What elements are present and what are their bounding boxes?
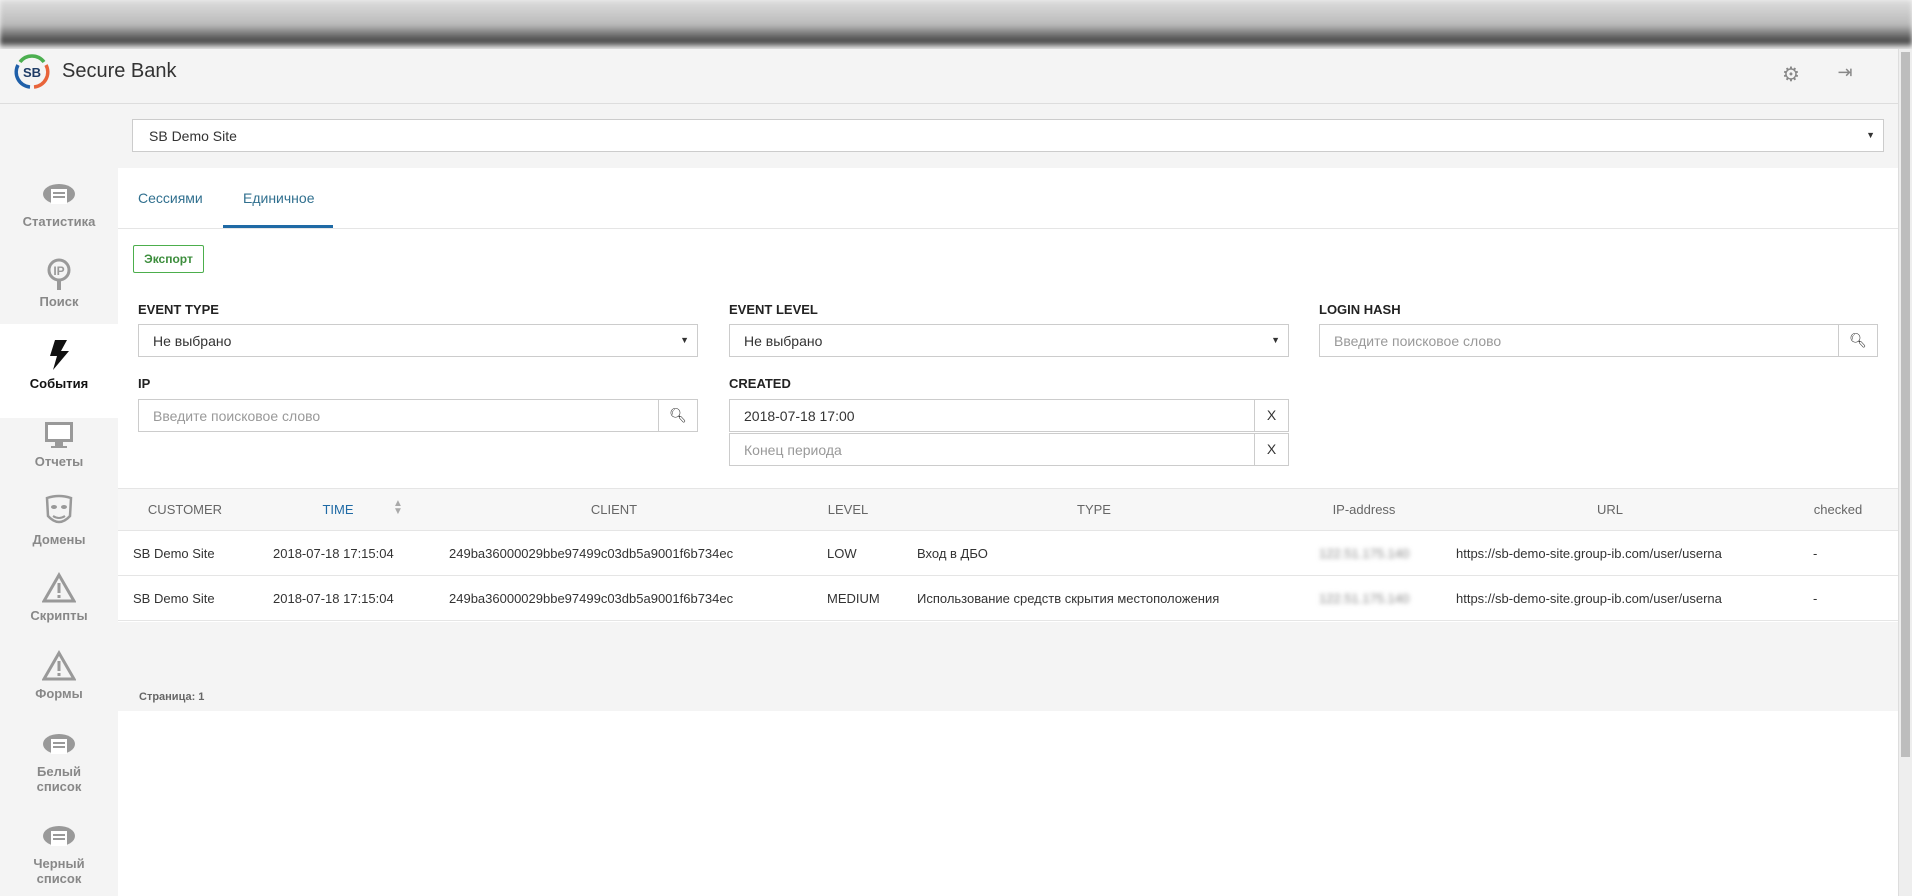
sidebar-item-reports[interactable]: Отчеты — [0, 418, 118, 478]
sidebar-item-search[interactable]: IP Поиск — [0, 258, 118, 318]
col-customer[interactable]: CUSTOMER — [148, 502, 222, 517]
sidebar-item-label: Формы — [35, 686, 83, 701]
sidebar-item-forms[interactable]: Формы — [0, 650, 118, 710]
cell-level: MEDIUM — [827, 591, 880, 606]
event-level-select[interactable]: Не выбрано ▼ — [729, 324, 1289, 357]
app-title: Secure Bank — [62, 60, 177, 82]
search-icon: 🔍︎ — [669, 407, 687, 423]
cloud-report-icon — [43, 184, 75, 204]
sidebar-item-label: Отчеты — [34, 454, 84, 469]
sidebar-item-label: Черный — [33, 856, 85, 871]
svg-text:IP: IP — [53, 264, 64, 278]
site-select-value: SB Demo Site — [149, 128, 237, 144]
monitor-icon — [45, 422, 73, 448]
search-icon: 🔍︎ — [1849, 332, 1867, 348]
sidebar-item-label: список — [36, 871, 82, 886]
cell-customer: SB Demo Site — [133, 546, 215, 561]
cell-level: LOW — [827, 546, 857, 561]
warning-icon — [42, 572, 76, 603]
cell-checked: - — [1813, 546, 1818, 561]
cell-type: Использование средств скрытия местополож… — [917, 591, 1220, 606]
ip-input[interactable]: Введите поисковое слово — [138, 399, 659, 432]
cell-url: https://sb-demo-site.group-ib.com/user/u… — [1456, 591, 1722, 606]
ip-label: IP — [138, 376, 151, 391]
cloud-list-icon — [43, 734, 75, 754]
sidebar-item-whitelist[interactable]: Белый список — [0, 730, 118, 800]
cell-ip: 122.51.175.140 — [1319, 546, 1410, 561]
caret-down-icon: ▼ — [1271, 335, 1280, 345]
ip-search-button[interactable]: 🔍︎ — [658, 399, 698, 432]
ip-search-icon: IP — [47, 258, 71, 290]
active-tab-indicator — [223, 225, 333, 228]
created-start-input[interactable]: 2018-07-18 17:00 — [729, 399, 1255, 432]
login-hash-input[interactable]: Введите поисковое слово — [1319, 324, 1839, 357]
col-client[interactable]: CLIENT — [591, 502, 637, 517]
sidebar-item-label: События — [29, 376, 89, 391]
pagination-label: Страница: 1 — [139, 691, 205, 703]
exit-icon[interactable]: ⇥ — [1833, 62, 1857, 86]
caret-down-icon: ▼ — [1866, 130, 1875, 140]
sidebar-item-label: Статистика — [22, 214, 96, 229]
caret-down-icon: ▼ — [680, 335, 689, 345]
col-level[interactable]: LEVEL — [828, 502, 868, 517]
gear-icon[interactable]: ⚙ — [1779, 62, 1803, 86]
lightning-icon — [50, 340, 69, 370]
sidebar-item-label: Скрипты — [30, 608, 88, 623]
export-button[interactable]: Экспорт — [133, 245, 204, 273]
logo: SB — [14, 54, 50, 89]
browser-toolbar-blurred — [0, 0, 1912, 49]
created-label: CREATED — [729, 376, 791, 391]
warning-icon — [42, 650, 76, 681]
cell-type: Вход в ДБО — [917, 546, 988, 561]
cell-client: 249ba36000029bbe97499c03db5a9001f6b734ec — [449, 591, 734, 606]
mask-icon — [45, 494, 73, 524]
clear-start-button[interactable]: X — [1254, 399, 1289, 432]
event-type-label: EVENT TYPE — [138, 302, 219, 317]
cell-time: 2018-07-18 17:15:04 — [273, 591, 394, 606]
cell-customer: SB Demo Site — [133, 591, 215, 606]
sidebar-item-label: Поиск — [39, 294, 79, 309]
cell-checked: - — [1813, 591, 1818, 606]
col-url[interactable]: URL — [1597, 502, 1623, 517]
scrollbar-thumb[interactable] — [1901, 52, 1910, 757]
event-type-select[interactable]: Не выбрано ▼ — [138, 324, 698, 357]
cell-url: https://sb-demo-site.group-ib.com/user/u… — [1456, 546, 1722, 561]
table-header — [118, 488, 1898, 531]
clear-end-button[interactable]: X — [1254, 433, 1289, 466]
table-footer — [118, 622, 1898, 711]
event-level-label: EVENT LEVEL — [729, 302, 818, 317]
sidebar-item-scripts[interactable]: Скрипты — [0, 572, 118, 632]
sidebar-item-label: список — [36, 779, 82, 794]
sidebar-item-label: Белый — [37, 764, 81, 779]
cell-time: 2018-07-18 17:15:04 — [273, 546, 394, 561]
sidebar-item-blacklist[interactable]: Черный список — [0, 822, 118, 896]
svg-text:SB: SB — [23, 65, 41, 80]
sidebar-item-statistics[interactable]: Статистика — [0, 180, 118, 250]
tab-divider — [118, 228, 1898, 229]
col-time[interactable]: TIME — [322, 502, 353, 517]
login-hash-label: LOGIN HASH — [1319, 302, 1401, 317]
tab-single[interactable]: Единичное — [243, 190, 314, 206]
app-header — [0, 49, 1898, 104]
sidebar-item-label: Домены — [32, 532, 86, 547]
col-type[interactable]: TYPE — [1077, 502, 1111, 517]
tab-sessions[interactable]: Сессиями — [138, 190, 203, 206]
event-type-value: Не выбрано — [153, 333, 232, 349]
event-level-value: Не выбрано — [744, 333, 823, 349]
cell-ip: 122.51.175.140 — [1319, 591, 1410, 606]
col-ip[interactable]: IP-address — [1333, 502, 1396, 517]
sidebar-item-events[interactable]: События — [0, 324, 118, 418]
site-select[interactable]: SB Demo Site ▼ — [132, 119, 1884, 152]
cloud-list-icon — [43, 826, 75, 846]
sort-icon[interactable]: ▲ ▼ — [393, 499, 403, 517]
cell-client: 249ba36000029bbe97499c03db5a9001f6b734ec — [449, 546, 734, 561]
created-end-input[interactable]: Конец периода — [729, 433, 1255, 466]
sidebar-item-domains[interactable]: Домены — [0, 494, 118, 554]
login-hash-search-button[interactable]: 🔍︎ — [1838, 324, 1878, 357]
col-checked[interactable]: checked — [1814, 502, 1862, 517]
